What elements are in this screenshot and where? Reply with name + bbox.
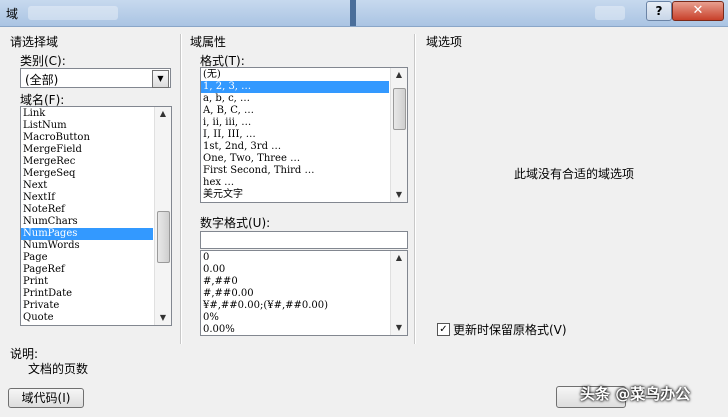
format-list-item[interactable]: I, II, III, … <box>201 129 389 141</box>
field-name-list-item[interactable]: PageRef <box>21 264 153 276</box>
watermark-text: 头条 @菜鸟办公 <box>580 385 691 403</box>
field-name-list-item[interactable]: Link <box>21 108 153 120</box>
number-format-list-item[interactable]: 0% <box>201 312 389 324</box>
field-name-list-item[interactable]: Private <box>21 300 153 312</box>
field-name-list-item[interactable]: PrintDate <box>21 288 153 300</box>
format-list-item[interactable]: First Second, Third … <box>201 165 389 177</box>
group-separator <box>180 34 182 344</box>
select-field-group-title: 请选择域 <box>10 35 59 49</box>
field-name-list-item[interactable]: MergeRec <box>21 156 153 168</box>
scroll-down-icon[interactable]: ▼ <box>391 321 407 335</box>
no-options-text: 此域没有合适的域选项 <box>514 167 635 181</box>
format-list-item[interactable]: hex … <box>201 177 389 189</box>
window-title: 域 <box>6 7 19 21</box>
title-bar-blur <box>595 6 625 20</box>
field-name-list-item[interactable]: Quote <box>21 312 153 324</box>
field-codes-button[interactable]: 域代码(I) <box>8 388 84 408</box>
number-format-list-item[interactable]: 0 <box>201 252 389 264</box>
scroll-up-icon[interactable]: ▲ <box>391 68 407 82</box>
field-name-list-item[interactable]: Print <box>21 276 153 288</box>
close-button[interactable]: ✕ <box>672 1 724 21</box>
field-name-list-item[interactable]: Page <box>21 252 153 264</box>
format-list-item[interactable]: 1st, 2nd, 3rd … <box>201 141 389 153</box>
scroll-up-icon[interactable]: ▲ <box>391 251 407 265</box>
field-name-list-item[interactable]: NextIf <box>21 192 153 204</box>
format-list-item[interactable]: (无) <box>201 69 389 81</box>
field-name-list-item[interactable]: NumWords <box>21 240 153 252</box>
format-list-item[interactable]: A, B, C, … <box>201 105 389 117</box>
preserve-format-label[interactable]: 更新时保留原格式(V) <box>453 321 567 338</box>
category-value: (全部) <box>25 73 59 87</box>
format-list-scrollbar[interactable]: ▲ ▼ <box>390 68 407 202</box>
format-list-item[interactable]: One, Two, Three … <box>201 153 389 165</box>
format-list-item[interactable]: a, b, c, … <box>201 93 389 105</box>
scroll-thumb[interactable] <box>393 88 406 130</box>
number-format-input[interactable] <box>200 231 408 249</box>
field-name-listbox[interactable]: Link ListNum MacroButton MergeField MergeRec… <box>20 106 172 326</box>
field-properties-group-title: 域属性 <box>190 35 227 49</box>
title-bar-blur <box>28 6 118 20</box>
field-name-list-item[interactable]: ListNum <box>21 120 153 132</box>
number-format-scrollbar[interactable]: ▲ ▼ <box>390 251 407 335</box>
number-format-list-item[interactable]: ¥#,##0.00;(¥#,##0.00) <box>201 300 389 312</box>
field-options-group-title: 域选项 <box>426 35 463 49</box>
format-list-item[interactable]: i, ii, iii, … <box>201 117 389 129</box>
field-list-scrollbar[interactable]: ▲ ▼ <box>154 107 171 325</box>
scroll-thumb[interactable] <box>157 211 170 263</box>
field-name-list-item[interactable]: NumChars <box>21 216 153 228</box>
number-format-label: 数字格式(U): <box>200 216 271 230</box>
format-list-item[interactable]: 1, 2, 3, … <box>201 81 389 93</box>
field-name-list-item[interactable]: MergeSeq <box>21 168 153 180</box>
category-label: 类别(C): <box>20 54 66 68</box>
field-name-list-item[interactable]: NumPages <box>21 228 153 240</box>
description-text: 文档的页数 <box>28 362 89 376</box>
chevron-down-icon[interactable]: ▼ <box>152 70 169 88</box>
field-name-list-item[interactable]: Next <box>21 180 153 192</box>
group-separator <box>414 34 416 344</box>
number-format-list-item[interactable]: #,##0.00 <box>201 288 389 300</box>
format-listbox[interactable]: (无) 1, 2, 3, … a, b, c, … A, B, C, … i, ii, … <box>200 67 408 203</box>
scroll-down-icon[interactable]: ▼ <box>391 188 407 202</box>
field-name-list-item[interactable]: MacroButton <box>21 132 153 144</box>
scroll-up-icon[interactable]: ▲ <box>155 107 171 121</box>
help-icon: ? <box>655 4 663 18</box>
format-list-item[interactable]: 美元文字 <box>201 189 389 201</box>
checkmark-icon: ✓ <box>439 324 448 335</box>
field-name-list-item[interactable]: MergeField <box>21 144 153 156</box>
title-bar-divider <box>350 0 356 26</box>
category-combobox[interactable]: (全部) ▼ <box>20 68 171 88</box>
number-format-list-item[interactable]: #,##0 <box>201 276 389 288</box>
number-format-list-item[interactable]: 0.00% <box>201 324 389 335</box>
number-format-listbox[interactable]: 0 0.00 #,##0 #,##0.00 ¥#,##0.00;(¥#,##0.00) 0… <box>200 250 408 336</box>
help-button[interactable]: ? <box>646 1 672 21</box>
number-format-list-item[interactable]: 0.00 <box>201 264 389 276</box>
scroll-down-icon[interactable]: ▼ <box>155 311 171 325</box>
close-icon: ✕ <box>692 3 704 18</box>
field-name-list-item[interactable]: NoteRef <box>21 204 153 216</box>
preserve-format-checkbox[interactable]: ✓ <box>437 323 450 336</box>
